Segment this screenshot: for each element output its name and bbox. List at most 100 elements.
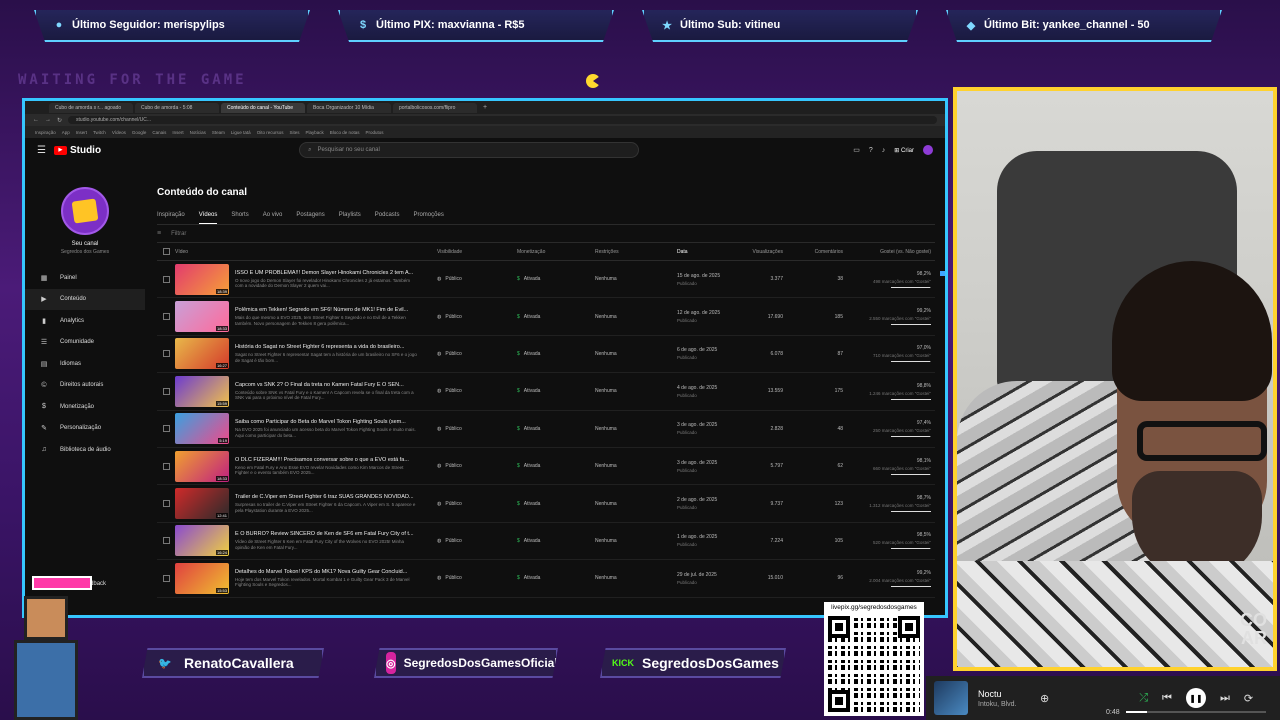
back-icon[interactable]: ← [33, 117, 39, 123]
video-thumbnail[interactable]: 15:59 [175, 375, 229, 407]
browser-tab-active[interactable]: Conteúdo do canal - YouTube [221, 102, 305, 113]
bookmark-item[interactable]: App [62, 130, 70, 135]
sidebar-item-audio-library[interactable]: ♫ Biblioteca de áudio [25, 439, 145, 461]
sidebar-item-copyright[interactable]: © Direitos autorais [25, 375, 145, 397]
table-row[interactable]: 5:19 Saiba como Participar do Beta do Ma… [157, 411, 935, 448]
bookmark-item[interactable]: Oito recursos [257, 130, 284, 135]
bookmark-item[interactable]: Twitch [93, 130, 106, 135]
subtitles-icon[interactable]: ▭ [853, 146, 860, 154]
visibility-value[interactable]: Público [445, 314, 461, 320]
filter-input[interactable]: Filtrar [171, 231, 186, 237]
monetization-value[interactable]: Ativada [524, 351, 541, 357]
new-tab-icon[interactable]: + [483, 104, 487, 111]
monetization-value[interactable]: Ativada [524, 276, 541, 282]
monetization-value[interactable]: Ativada [524, 538, 541, 544]
add-to-library-icon[interactable]: ⊕ [1040, 692, 1049, 705]
scrollbar-thumb[interactable] [940, 271, 945, 276]
sidebar-item-analytics[interactable]: ▮ Analytics [25, 310, 145, 332]
visibility-value[interactable]: Público [445, 575, 461, 581]
tab-podcasts[interactable]: Podcasts [375, 212, 400, 218]
forward-icon[interactable]: → [45, 117, 51, 123]
monetization-value[interactable]: Ativada [524, 426, 541, 432]
row-checkbox[interactable] [162, 500, 170, 508]
bookmark-item[interactable]: Steam [212, 130, 225, 135]
bookmark-item[interactable]: Ligue tatá [231, 130, 251, 135]
url-field[interactable]: studio.youtube.com/channel/UC... [68, 116, 937, 124]
visibility-value[interactable]: Público [445, 501, 461, 507]
sidebar-item-community[interactable]: ☰ Comunidade [25, 332, 145, 354]
video-title[interactable]: O DLC FIZERAM!!! Precisamos conversar so… [235, 457, 417, 463]
sidebar-item-dashboard[interactable]: ▦ Painel [25, 267, 145, 289]
video-thumbnail[interactable]: 16:27 [175, 338, 229, 370]
visibility-value[interactable]: Público [445, 388, 461, 394]
bookmark-item[interactable]: Bloco de notas [330, 130, 360, 135]
video-title[interactable]: É O BURRO? Review SINCERO de Ken de SF6 … [235, 531, 417, 537]
row-checkbox[interactable] [162, 537, 170, 545]
notifications-icon[interactable]: ♪ [882, 147, 886, 154]
playback-progress[interactable] [1126, 711, 1266, 713]
visibility-value[interactable]: Público [445, 351, 461, 357]
visibility-value[interactable]: Público [445, 538, 461, 544]
column-header-date[interactable]: Data [677, 249, 749, 255]
sidebar-item-languages[interactable]: ▤ Idiomas [25, 353, 145, 375]
video-title[interactable]: ISSO É UM PROBLEMA!!! Demon Slayer Hinok… [235, 270, 417, 276]
shuffle-icon[interactable]: ⤮ [1139, 692, 1148, 705]
monetization-value[interactable]: Ativada [524, 501, 541, 507]
video-thumbnail[interactable]: 18:33 [175, 450, 229, 482]
bookmark-item[interactable]: Produtos [366, 130, 384, 135]
tab-playlists[interactable]: Playlists [339, 212, 361, 218]
monetization-value[interactable]: Ativada [524, 575, 541, 581]
account-avatar[interactable] [923, 145, 933, 155]
browser-tab[interactable]: portalbolicosos.com/flipro [393, 102, 477, 113]
table-row[interactable]: 16:24 É O BURRO? Review SINCERO de Ken d… [157, 523, 935, 561]
monetization-value[interactable]: Ativada [524, 463, 541, 469]
visibility-value[interactable]: Público [445, 426, 461, 432]
tab-shorts[interactable]: Shorts [231, 212, 248, 218]
video-thumbnail[interactable]: 12:41 [175, 488, 229, 520]
tab-postagens[interactable]: Postagens [296, 212, 324, 218]
menu-icon[interactable]: ☰ [37, 145, 46, 156]
monetization-value[interactable]: Ativada [524, 314, 541, 320]
monetization-value[interactable]: Ativada [524, 388, 541, 394]
next-icon[interactable]: ⏭ [1220, 692, 1230, 705]
row-checkbox[interactable] [162, 462, 170, 470]
table-row[interactable]: 15:53 Detalhes do Marvel Tokon! KPS do M… [157, 560, 935, 598]
browser-tab[interactable]: Cubo de amorda s r... agoado [49, 102, 133, 113]
browser-tab[interactable]: Boca Organizador 10 Mídia [307, 102, 391, 113]
repeat-icon[interactable]: ⟳ [1244, 692, 1253, 705]
tab-promoes[interactable]: Promoções [413, 212, 443, 218]
sidebar-item-customization[interactable]: ✎ Personalização [25, 418, 145, 440]
channel-avatar[interactable] [61, 187, 109, 235]
sidebar-item-monetization[interactable]: $ Monetização [25, 396, 145, 418]
row-checkbox[interactable] [162, 275, 170, 283]
row-checkbox[interactable] [162, 313, 170, 321]
video-title[interactable]: História do Sagat no Street Fighter 6 re… [235, 344, 417, 350]
bookmark-item[interactable]: Sites [289, 130, 299, 135]
video-title[interactable]: Capcom vs SNK 2? O Final da treta no Kam… [235, 382, 417, 388]
bookmark-item[interactable]: Playback [305, 130, 323, 135]
bookmark-item[interactable]: Vídeos [112, 130, 126, 135]
bookmark-item[interactable]: Insert [76, 130, 87, 135]
browser-tab[interactable]: Cubo de amorda - 5:08 [135, 102, 219, 113]
table-row[interactable]: 18:39 ISSO É UM PROBLEMA!!! Demon Slayer… [157, 261, 935, 299]
table-row[interactable]: 16:27 História do Sagat no Street Fighte… [157, 336, 935, 374]
bookmark-item[interactable]: Google [132, 130, 147, 135]
studio-logo[interactable]: ▶ Studio [53, 145, 101, 156]
row-checkbox[interactable] [162, 425, 170, 433]
video-title[interactable]: Polêmica em Tekken! Segredo em SF6! Núme… [235, 307, 417, 313]
reload-icon[interactable]: ↻ [57, 117, 62, 124]
table-row[interactable]: 15:59 Capcom vs SNK 2? O Final da treta … [157, 373, 935, 411]
tab-vdeos[interactable]: Vídeos [198, 212, 218, 224]
table-row[interactable]: 12:41 Trailer de C.Viper em Street Fight… [157, 485, 935, 523]
tab-aovivo[interactable]: Ao vivo [263, 212, 283, 218]
studio-search[interactable]: ⌕ Pesquisar no seu canal [299, 142, 640, 158]
previous-icon[interactable]: ⏮ [1162, 692, 1172, 705]
video-title[interactable]: Detalhes do Marvel Tokon! KPS do MK1? No… [235, 569, 417, 575]
help-icon[interactable]: ? [869, 147, 873, 154]
row-checkbox[interactable] [162, 350, 170, 358]
row-checkbox[interactable] [162, 387, 170, 395]
bookmark-item[interactable]: Inspiração [35, 130, 56, 135]
search-input[interactable]: Pesquisar no seu canal [317, 147, 379, 153]
row-checkbox[interactable] [162, 574, 170, 582]
visibility-value[interactable]: Público [445, 463, 461, 469]
